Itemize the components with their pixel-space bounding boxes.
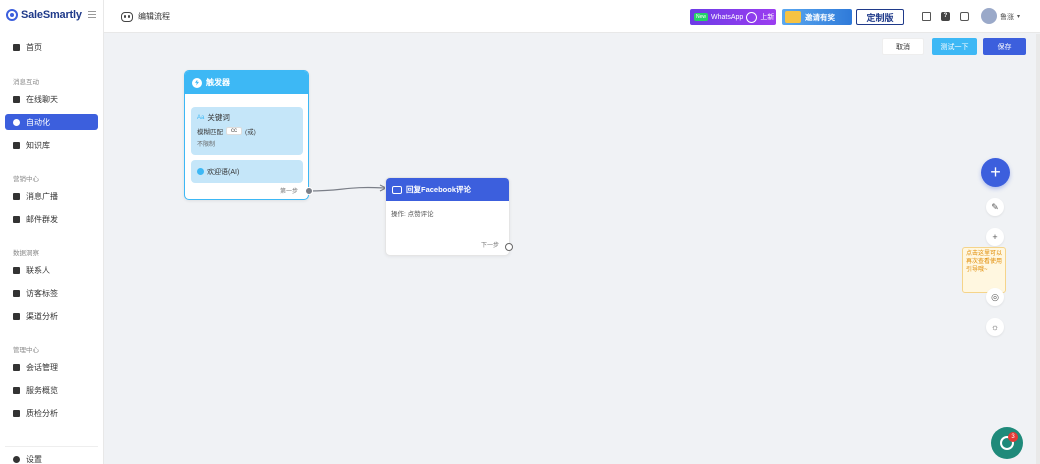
trigger-node[interactable]: 触发器 Aa 关键词 模糊匹配 cc (或) 不限制 欢迎语(AI) 第一步 bbox=[184, 70, 309, 200]
ai-icon bbox=[197, 168, 204, 175]
step-label: 第一步 bbox=[279, 189, 298, 195]
text-icon: Aa bbox=[197, 114, 205, 121]
keyword-condition[interactable]: Aa 关键词 模糊匹配 cc (或) 不限制 bbox=[191, 107, 303, 155]
limit-note: 不限制 bbox=[197, 142, 216, 148]
magic-wand-icon[interactable]: ✎ bbox=[986, 198, 1004, 216]
unread-badge: 3 bbox=[1008, 432, 1018, 442]
reply-node-action: 操作: 点赞评论 bbox=[391, 211, 434, 218]
keyword-title-row: Aa 关键词 bbox=[197, 112, 297, 123]
trigger-node-header: 触发器 bbox=[185, 71, 308, 94]
reply-facebook-node[interactable]: 回复Facebook评论 操作: 点赞评论 下一步 bbox=[385, 177, 510, 256]
lightbulb-icon[interactable]: ☼ bbox=[986, 318, 1004, 336]
next-step-label: 下一步 bbox=[480, 243, 499, 249]
trigger-node-title: 触发器 bbox=[206, 78, 230, 87]
match-mode: 模糊匹配 bbox=[197, 129, 223, 136]
scrollbar[interactable] bbox=[1036, 34, 1040, 464]
locate-icon[interactable]: ◎ bbox=[986, 288, 1004, 306]
add-node-button[interactable]: + bbox=[981, 158, 1010, 187]
reply-node-title: 回复Facebook评论 bbox=[406, 185, 472, 194]
keyword-tag: cc bbox=[226, 127, 242, 135]
guide-tip[interactable]: 点击这里可以再次查看使用引导哦~ bbox=[962, 247, 1006, 293]
keyword-match-row: 模糊匹配 cc (或) bbox=[197, 126, 297, 136]
reply-node-header: 回复Facebook评论 bbox=[386, 178, 509, 201]
flow-connector bbox=[308, 184, 388, 192]
trigger-output-port[interactable] bbox=[305, 187, 313, 195]
keyword-suffix: (或) bbox=[245, 129, 256, 136]
reply-output-port[interactable] bbox=[505, 243, 513, 251]
welcome-label: 欢迎语(AI) bbox=[207, 168, 240, 176]
message-icon bbox=[392, 185, 402, 194]
welcome-condition[interactable]: 欢迎语(AI) bbox=[191, 160, 303, 183]
lightning-icon bbox=[192, 77, 202, 88]
zoom-in-button[interactable]: + bbox=[986, 228, 1004, 246]
chat-widget-button[interactable] bbox=[991, 427, 1023, 459]
keyword-title: 关键词 bbox=[207, 113, 230, 122]
